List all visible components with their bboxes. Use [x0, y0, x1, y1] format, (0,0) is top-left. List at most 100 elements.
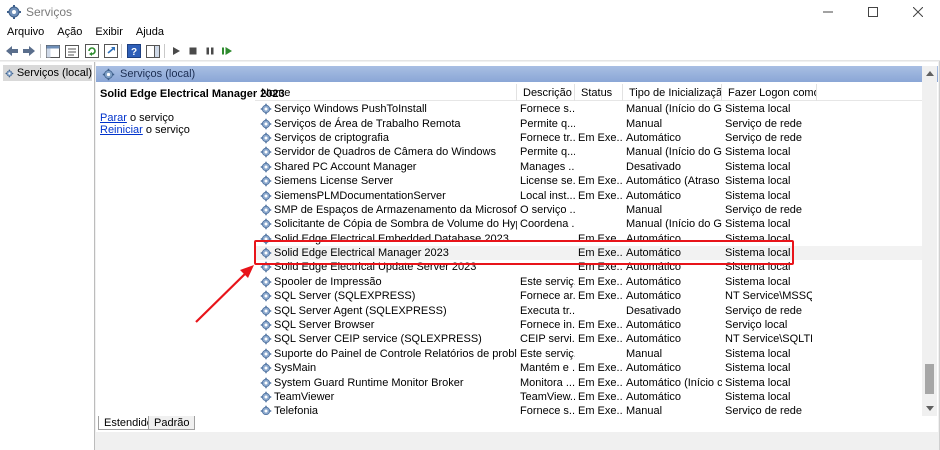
column-header-name[interactable]: Nome [255, 84, 517, 101]
minimize-button[interactable] [805, 0, 850, 24]
show-hide-action-pane-button[interactable] [145, 43, 161, 59]
tab-standard[interactable]: Padrão [148, 416, 196, 430]
service-gear-icon [260, 305, 272, 316]
service-name-cell: SQL Server Browser [255, 318, 517, 332]
service-name: Telefonia [274, 405, 319, 415]
table-row[interactable]: SQL Server (SQLEXPRESS) Fornece ar...Em E… [255, 289, 923, 303]
table-row[interactable]: Shared PC Account Manager Manages ... Desa… [255, 160, 923, 174]
menu-acao[interactable]: Ação [50, 24, 88, 41]
table-row[interactable]: Spooler de Impressão Este serviç...Em Exe… [255, 275, 923, 289]
scroll-down-button[interactable] [922, 401, 937, 416]
service-status-cell: Em Exe... [578, 319, 623, 332]
table-row[interactable]: SysMain Mantém e ...Em Exe...Automático Si… [255, 361, 923, 375]
column-header-status[interactable]: Status [575, 84, 623, 101]
close-icon [912, 7, 923, 17]
back-button[interactable] [4, 43, 20, 59]
service-status-cell: Em Exe... [578, 175, 623, 188]
service-log-on-as-cell: Sistema local [725, 275, 791, 288]
service-description-cell: O serviço ... [520, 203, 575, 216]
service-gear-icon [260, 406, 272, 415]
maximize-button[interactable] [850, 0, 895, 24]
minimize-icon [822, 11, 833, 13]
pause-service-button[interactable] [202, 43, 218, 59]
service-gear-icon [260, 334, 272, 345]
table-row[interactable]: Suporte do Painel de Controle Relatórios… [255, 347, 923, 361]
restart-service-button[interactable] [219, 43, 235, 59]
service-status-cell: Em Exe... [578, 391, 623, 403]
refresh-button[interactable] [84, 43, 100, 59]
service-log-on-as-cell: Serviço de rede [725, 117, 803, 130]
service-name: SQL Server Agent (SQLEXPRESS) [274, 304, 447, 317]
close-button[interactable] [895, 0, 940, 24]
service-status-cell: Em Exe... [578, 275, 623, 288]
table-row[interactable]: Serviços de Área de Trabalho Remota Permi… [255, 116, 923, 130]
help-icon: ? [127, 44, 141, 58]
service-log-on-as-cell: Serviço local [725, 319, 788, 332]
refresh-icon [85, 44, 99, 58]
service-status-cell: Em Exe... [578, 376, 623, 389]
stop-service-link[interactable]: Parar [100, 112, 127, 124]
restart-service-link[interactable]: Reiniciar [100, 124, 143, 136]
scrollbar-thumb[interactable] [925, 364, 934, 394]
gear-icon [5, 69, 14, 77]
service-name: Serviços de Área de Trabalho Remota [274, 117, 461, 130]
chevron-down-icon [925, 406, 934, 411]
service-name-cell: Suporte do Painel de Controle Relatórios… [255, 347, 517, 361]
menu-exibir[interactable]: Exibir [88, 24, 129, 41]
service-gear-icon [260, 161, 272, 172]
service-description-cell: Fornece s... [520, 405, 575, 415]
column-header-startup-type[interactable]: Tipo de Inicialização [623, 84, 722, 101]
table-row[interactable]: Siemens License Server License se...Em Ex… [255, 174, 923, 188]
service-name-cell: Serviços de criptografia [255, 131, 517, 145]
table-row[interactable]: SQL Server CEIP service (SQLEXPRESS) CEIP… [255, 332, 923, 346]
back-arrow-icon [6, 46, 18, 56]
service-log-on-as-cell: Serviço de rede [725, 304, 803, 317]
forward-button[interactable] [21, 43, 37, 59]
table-row[interactable]: Telefonia Fornece s... Em Exe... Manual Serv… [255, 404, 923, 415]
service-gear-icon [260, 291, 272, 302]
service-status-cell: Em Exe... [578, 405, 623, 415]
menu-bar: Arquivo Ação Exibir Ajuda [0, 24, 940, 41]
vertical-scrollbar[interactable] [922, 66, 937, 416]
scroll-up-button[interactable] [922, 66, 937, 81]
service-description-cell: Mantém e ... [520, 362, 575, 375]
console-tree-button[interactable] [45, 43, 61, 59]
menu-ajuda[interactable]: Ajuda [129, 24, 170, 41]
table-row[interactable]: Serviços de criptografia Fornece tr... Em … [255, 131, 923, 145]
console-tree-icon [46, 44, 60, 58]
service-gear-icon [260, 175, 272, 187]
column-header-description[interactable]: Descrição [517, 84, 575, 101]
stop-service-suffix: o serviço [126, 112, 174, 124]
table-row[interactable]: Solicitante de Cópia de Sombra de Volume… [255, 217, 923, 231]
menu-arquivo[interactable]: Arquivo [0, 24, 50, 41]
stop-service-button[interactable] [185, 43, 201, 59]
toolbar-separator [121, 44, 122, 58]
tree-item-services-local[interactable]: Serviços (local) [3, 65, 92, 81]
table-row[interactable]: Serviço Windows PushToInstall Fornece s..… [255, 102, 923, 116]
table-row[interactable]: SQL Server Agent (SQLEXPRESS) Executa tr.… [255, 303, 923, 317]
service-log-on-as-cell: Sistema local [725, 175, 791, 188]
table-row[interactable]: System Guard Runtime Monitor Broker Monit… [255, 375, 923, 389]
annotation-arrow [195, 265, 254, 323]
table-row[interactable]: SMP de Espaços de Armazenamento da Micro… [255, 203, 923, 217]
service-startup-type-cell: Manual (Início do Ga... [626, 103, 722, 116]
service-name: SiemensPLMDocumentationServer [274, 189, 446, 202]
service-log-on-as-cell: Sistema local [725, 103, 791, 116]
help-button[interactable]: ? [126, 43, 142, 59]
column-header-log-on-as[interactable]: Fazer Logon como [722, 84, 817, 101]
service-log-on-as-cell: NT Service\SQLTEL... [725, 333, 812, 346]
properties-button[interactable] [64, 43, 80, 59]
service-name: Solicitante de Cópia de Sombra de Volume… [274, 218, 517, 231]
table-row[interactable]: SQL Server Browser Fornece in...Em Exe...… [255, 318, 923, 332]
maximize-icon [867, 7, 878, 17]
service-gear-icon [260, 319, 272, 331]
table-row[interactable]: Servidor de Quadros de Câmera do Windows… [255, 145, 923, 159]
export-list-button[interactable] [103, 43, 119, 59]
service-name-cell: Serviços de Área de Trabalho Remota [255, 117, 517, 131]
table-row[interactable]: TeamViewer TeamView... Em Exe... Automático… [255, 390, 923, 404]
pane-header-title: Serviços (local) [120, 68, 196, 80]
service-description-cell: Permite q... [520, 146, 575, 159]
table-row[interactable]: SiemensPLMDocumentationServer Local inst.… [255, 188, 923, 202]
start-service-button[interactable] [168, 43, 184, 59]
restart-service-suffix: o serviço [142, 124, 190, 136]
